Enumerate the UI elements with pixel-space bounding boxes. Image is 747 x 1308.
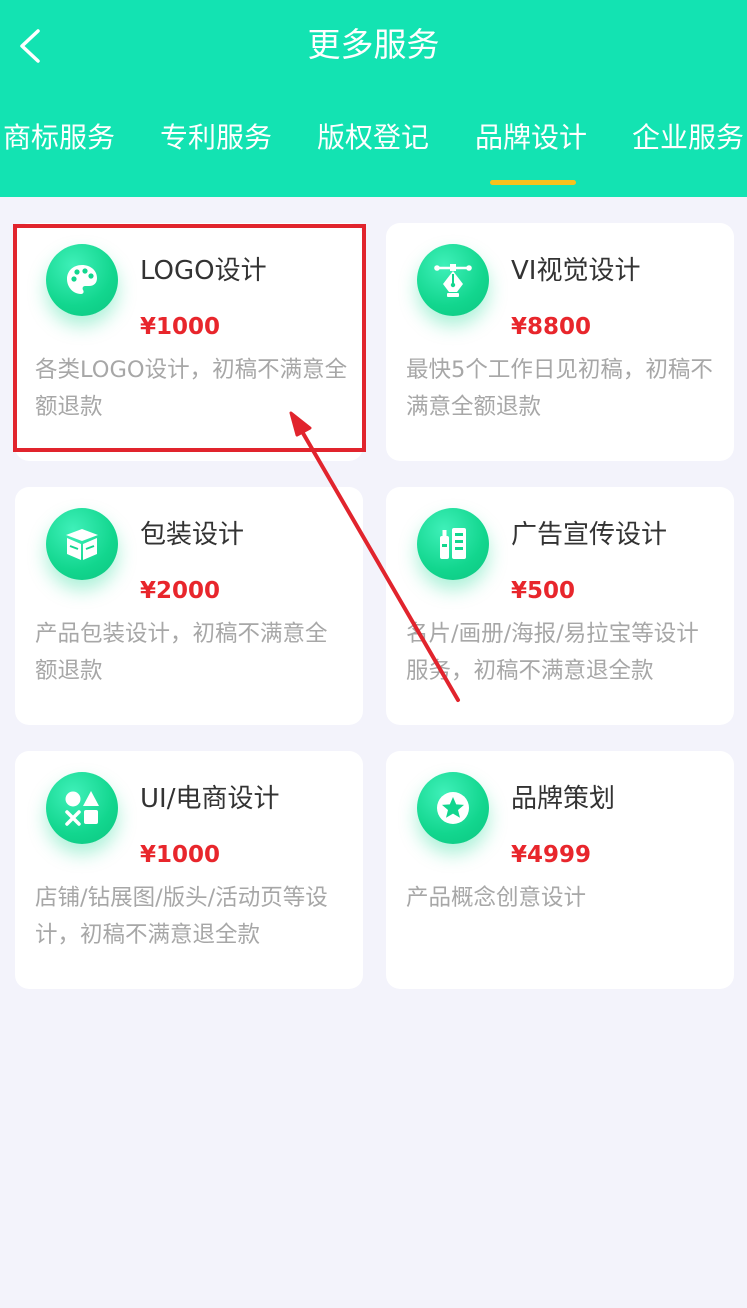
card-title: UI/电商设计 bbox=[140, 784, 280, 814]
poster-icon bbox=[417, 508, 489, 580]
tab-trademark[interactable]: 商标服务 bbox=[3, 118, 115, 158]
card-description: 产品包装设计，初稿不满意全额退款 bbox=[35, 621, 328, 684]
card-title: VI视觉设计 bbox=[511, 256, 641, 286]
card-price: ¥1000 bbox=[140, 842, 221, 868]
card-price: ¥500 bbox=[511, 578, 576, 604]
card-description: 店铺/钻展图/版头/活动页等设计，初稿不满意退全款 bbox=[35, 885, 328, 948]
card-title: 品牌策划 bbox=[511, 784, 616, 814]
page-title: 更多服务 bbox=[307, 25, 440, 64]
box-icon bbox=[46, 508, 118, 580]
tab-copyright[interactable]: 版权登记 bbox=[317, 118, 429, 158]
pen-nib-icon bbox=[417, 244, 489, 316]
tab-bar: 商标服务 专利服务 版权登记 品牌设计 企业服务 bbox=[0, 112, 747, 197]
tab-brand-design[interactable]: 品牌设计 bbox=[475, 118, 587, 158]
service-card-advertising[interactable]: 广告宣传设计 ¥500 名片/画册/海报/易拉宝等设计服务，初稿不满意退全款 bbox=[386, 487, 734, 725]
card-title: 包装设计 bbox=[140, 520, 245, 550]
card-price: ¥8800 bbox=[511, 314, 592, 340]
card-price: ¥2000 bbox=[140, 578, 221, 604]
service-card-brand-planning[interactable]: 品牌策划 ¥4999 产品概念创意设计 bbox=[386, 751, 734, 989]
shapes-icon bbox=[46, 772, 118, 844]
active-tab-indicator bbox=[490, 180, 576, 185]
service-card-ui-ecommerce[interactable]: UI/电商设计 ¥1000 店铺/钻展图/版头/活动页等设计，初稿不满意退全款 bbox=[15, 751, 363, 989]
tab-patent[interactable]: 专利服务 bbox=[160, 118, 272, 158]
header: 更多服务 商标服务 专利服务 版权登记 品牌设计 企业服务 bbox=[0, 0, 747, 197]
card-price: ¥4999 bbox=[511, 842, 592, 868]
card-description: 产品概念创意设计 bbox=[406, 885, 587, 911]
tab-enterprise[interactable]: 企业服务 bbox=[632, 118, 744, 158]
service-card-vi[interactable]: VI视觉设计 ¥8800 最快5个工作日见初稿，初稿不满意全额退款 bbox=[386, 223, 734, 461]
card-description: 最快5个工作日见初稿，初稿不满意全额退款 bbox=[406, 357, 713, 420]
card-description: 名片/画册/海报/易拉宝等设计服务，初稿不满意退全款 bbox=[406, 621, 699, 684]
star-badge-icon bbox=[417, 772, 489, 844]
card-title: 广告宣传设计 bbox=[511, 520, 668, 550]
service-card-packaging[interactable]: 包装设计 ¥2000 产品包装设计，初稿不满意全额退款 bbox=[15, 487, 363, 725]
highlight-annotation-box bbox=[13, 224, 366, 452]
